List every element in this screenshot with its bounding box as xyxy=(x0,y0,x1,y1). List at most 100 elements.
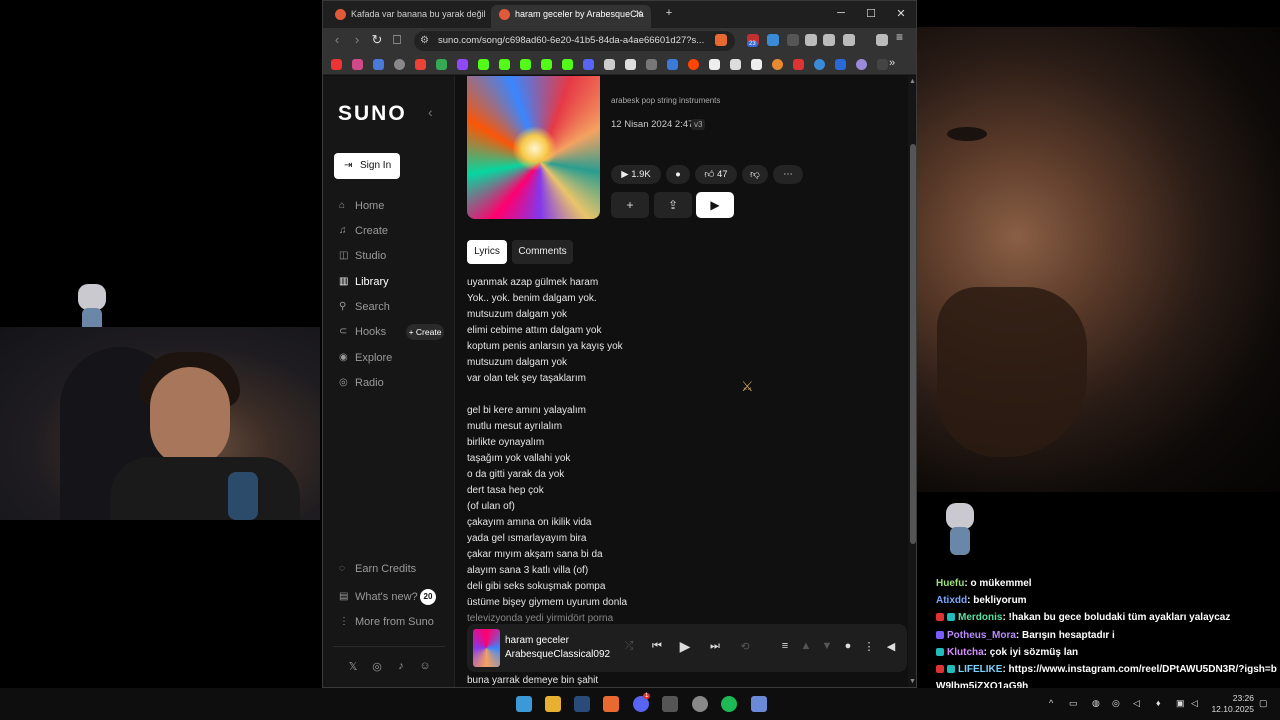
bookmark-gmail-icon[interactable] xyxy=(415,59,426,70)
microphone-icon[interactable]: ♦ xyxy=(1156,698,1161,708)
notification-icon[interactable]: ▢ xyxy=(1259,698,1268,709)
close-window-button[interactable]: ✕ xyxy=(891,7,911,20)
bookmark-icon[interactable] xyxy=(730,59,741,70)
bookmark-translate-icon[interactable] xyxy=(373,59,384,70)
volume-icon[interactable]: ◀ xyxy=(883,640,899,653)
extensions-puzzle-icon[interactable] xyxy=(823,34,835,46)
bookmark-icon[interactable]: ⎕ xyxy=(389,32,405,48)
scrollbar-thumb[interactable] xyxy=(910,144,916,544)
menu-icon[interactable]: ≡ xyxy=(896,30,908,44)
bookmark-icon[interactable] xyxy=(604,59,615,70)
nav-radio[interactable]: ◎ Radio xyxy=(339,375,384,391)
hooks-create-button[interactable]: + Create xyxy=(406,324,444,340)
now-playing-cover[interactable] xyxy=(473,629,500,667)
like-button[interactable]: 👍︎ 47 xyxy=(695,165,737,184)
bookmark-icon[interactable] xyxy=(856,59,867,70)
bookmark-instagram-icon[interactable] xyxy=(352,59,363,70)
nav-hooks[interactable]: ⊂ Hooks xyxy=(339,324,386,340)
site-settings-icon[interactable]: ⚙ xyxy=(420,31,429,51)
extension-icon[interactable] xyxy=(787,34,799,46)
bookmark-globe-icon[interactable] xyxy=(394,59,405,70)
address-bar[interactable]: ⚙ suno.com/song/c698ad60-6e20-41b5-84da-a… xyxy=(414,31,735,51)
collapse-sidebar-icon[interactable]: ‹ xyxy=(428,104,433,120)
close-tab-icon[interactable]: ✕ xyxy=(635,5,643,24)
obs-icon[interactable] xyxy=(692,696,708,712)
tray-overflow-icon[interactable]: ^ xyxy=(1049,698,1053,708)
steam-icon[interactable] xyxy=(574,696,590,712)
bookmark-icon[interactable] xyxy=(835,59,846,70)
brave-browser-icon[interactable] xyxy=(603,696,619,712)
bookmark-twitch-icon[interactable] xyxy=(457,59,468,70)
previous-icon[interactable]: ⏮ xyxy=(649,640,665,653)
scroll-down-icon[interactable]: ▼ xyxy=(909,678,916,685)
thumbs-down-icon[interactable]: ▼ xyxy=(819,640,835,652)
x-social-icon[interactable]: 𝕏 xyxy=(346,660,360,673)
suno-logo[interactable]: SUNO xyxy=(338,102,407,126)
bookmark-icon[interactable] xyxy=(793,59,804,70)
bookmarks-overflow-icon[interactable]: » xyxy=(889,57,895,69)
tray-icon[interactable]: ◍ xyxy=(1092,698,1100,709)
app-icon[interactable] xyxy=(751,696,767,712)
bookmark-kick-icon[interactable] xyxy=(499,59,510,70)
extension-icon[interactable] xyxy=(767,34,779,46)
brave-shields-icon[interactable] xyxy=(715,34,727,46)
nav-home[interactable]: ⌂ Home xyxy=(339,198,384,214)
shuffle-icon[interactable]: ⤮ xyxy=(621,640,637,653)
now-playing-artist[interactable]: ArabesqueClassical092 xyxy=(505,649,610,660)
nav-more-from-suno[interactable]: ⋮ More from Suno xyxy=(339,614,434,630)
bookmark-reddit-icon[interactable] xyxy=(688,59,699,70)
song-tags[interactable]: arabesk pop string instruments xyxy=(611,96,720,105)
tab-comments[interactable]: Comments xyxy=(512,240,573,264)
steam-tray-icon[interactable]: ◎ xyxy=(1112,698,1120,709)
play-icon[interactable]: ▶ xyxy=(677,638,693,655)
tray-icon[interactable]: ▭ xyxy=(1069,698,1078,709)
nav-whats-new[interactable]: ▤ What's new? xyxy=(339,589,418,605)
bookmark-kick-icon[interactable] xyxy=(562,59,573,70)
extension-icon[interactable] xyxy=(805,34,817,46)
system-clock[interactable]: 23:26 12.10.2025 xyxy=(1204,693,1254,715)
browser-tab[interactable]: Kafada var banana bu yarak değil res xyxy=(327,5,487,28)
sign-in-button[interactable]: ⇥ Sign In xyxy=(334,153,400,179)
more-options-button[interactable]: ⋯ xyxy=(773,165,803,184)
play-count-button[interactable]: ▶ 1.9K xyxy=(611,165,661,184)
repeat-icon[interactable]: ⟲ xyxy=(737,640,753,653)
bookmark-kick-icon[interactable] xyxy=(478,59,489,70)
spotify-icon[interactable] xyxy=(721,696,737,712)
speaker-icon[interactable]: ◁ xyxy=(1191,698,1198,709)
volume-tray-icon[interactable]: ◁ xyxy=(1133,698,1140,709)
reload-icon[interactable]: ↻ xyxy=(369,32,385,48)
bookmark-icon[interactable] xyxy=(709,59,720,70)
bookmark-kick-icon[interactable] xyxy=(541,59,552,70)
dislike-button[interactable]: 👎︎ xyxy=(742,165,768,184)
bookmark-kick-icon[interactable] xyxy=(520,59,531,70)
instagram-social-icon[interactable]: ◎ xyxy=(370,660,384,673)
queue-icon[interactable]: ≡ xyxy=(777,640,793,652)
discord-social-icon[interactable]: ☺ xyxy=(418,660,432,672)
app-icon[interactable] xyxy=(662,696,678,712)
bookmark-icon[interactable] xyxy=(814,59,825,70)
browser-tab-active[interactable]: haram geceler by ArabesqueCla ✕ xyxy=(491,5,651,28)
bookmark-icon[interactable] xyxy=(751,59,762,70)
network-icon[interactable]: ▣ xyxy=(1176,698,1185,709)
bookmark-drive-icon[interactable] xyxy=(436,59,447,70)
media-icon[interactable] xyxy=(876,34,888,46)
bookmark-icon[interactable] xyxy=(667,59,678,70)
bookmark-icon[interactable] xyxy=(583,59,594,70)
add-to-playlist-button[interactable]: + xyxy=(611,192,649,218)
page-scrollbar[interactable]: ▲ ▼ xyxy=(908,76,916,687)
nav-library[interactable]: ▥ Library xyxy=(339,274,389,290)
song-cover-image[interactable] xyxy=(467,76,600,219)
more-vertical-icon[interactable]: ⋮ xyxy=(861,640,877,653)
nav-explore[interactable]: ◉ Explore xyxy=(339,350,392,366)
bookmark-icon[interactable] xyxy=(877,59,888,70)
file-explorer-icon[interactable] xyxy=(545,696,561,712)
forward-icon[interactable]: › xyxy=(349,32,365,47)
bookmark-icon[interactable] xyxy=(772,59,783,70)
now-playing-title[interactable]: haram geceler xyxy=(505,635,569,646)
nav-search[interactable]: ⚲ Search xyxy=(339,299,390,315)
minimize-button[interactable]: ─ xyxy=(831,7,851,19)
back-icon[interactable]: ‹ xyxy=(329,32,345,47)
thumbs-up-icon[interactable]: ▲ xyxy=(798,640,814,652)
bookmark-icon[interactable] xyxy=(646,59,657,70)
bookmark-x-icon[interactable] xyxy=(625,59,636,70)
